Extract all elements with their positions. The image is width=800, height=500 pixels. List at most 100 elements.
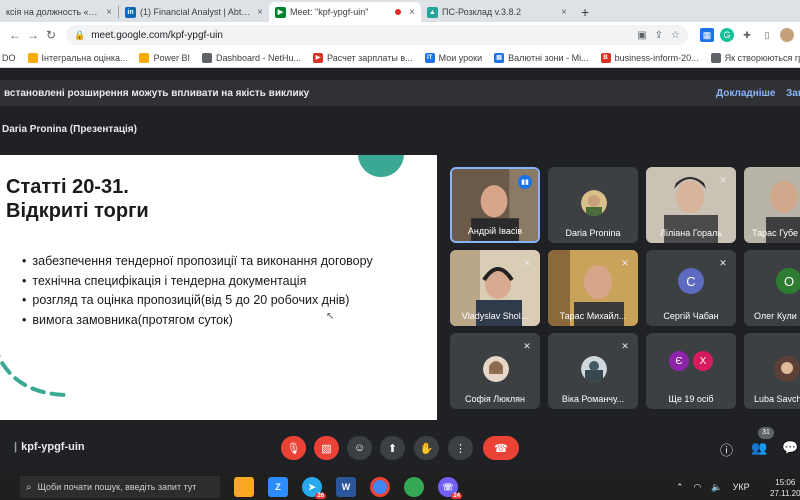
bookmark-business-inform[interactable]: Bbusiness-inform-20... (600, 52, 699, 63)
mic-off-icon: ✕ (621, 341, 629, 351)
participant-tile[interactable]: Luba Savch (744, 333, 800, 409)
file-explorer-icon[interactable] (234, 477, 254, 497)
clock-time: 15:06 (775, 478, 796, 487)
mic-off-icon: 🎙 (286, 442, 301, 455)
telegram-icon[interactable]: ➤ 26 (302, 477, 326, 499)
word-icon[interactable]: W (336, 477, 356, 497)
camera-off-icon: ▧ (321, 442, 332, 455)
bullet-item: вимога замовника(протягом суток) (22, 311, 373, 331)
volume-icon[interactable]: 🔈 (711, 482, 722, 493)
bookmark-powerbi[interactable]: Power BI (139, 52, 190, 63)
close-icon[interactable]: × (257, 7, 263, 18)
participant-name: Віка Романчу... (561, 394, 625, 404)
mic-off-icon: ✕ (719, 258, 727, 268)
slide-bullets: забезпечення тендерної пропозиції та вик… (22, 252, 373, 331)
participant-tile[interactable]: ▮▮ Андрій Івасів (450, 167, 540, 243)
meet-icon: ▶ (275, 6, 286, 18)
grammarly-icon[interactable]: G (720, 28, 734, 42)
participant-name: Софія Люклян (464, 394, 526, 404)
linkedin-icon: in (125, 6, 136, 18)
participant-tile[interactable]: Тарас Губе (744, 167, 800, 243)
puzzle-icon[interactable]: ✚ (740, 28, 754, 42)
present-button[interactable]: ⬆ (380, 436, 405, 460)
close-icon[interactable]: × (106, 7, 112, 18)
profile-avatar[interactable] (780, 28, 794, 42)
camera-icon[interactable]: ▣ (637, 30, 646, 41)
avatar: О (776, 268, 800, 294)
reload-icon[interactable]: ↻ (42, 26, 60, 44)
language-indicator[interactable]: УКР (733, 482, 750, 492)
bookmark-label: Інтегральна оцінка... (41, 52, 128, 63)
raise-hand-button[interactable]: ✋ (414, 436, 439, 460)
tab-job-doc[interactable]: ксія на должность «Financ × (0, 2, 118, 22)
participant-tile[interactable]: ✕ Ліліана Гораль (646, 167, 736, 243)
info-icon[interactable]: ⓘ (720, 440, 733, 459)
slide-title-line: Статті 20-31. (6, 176, 129, 198)
chevron-up-icon[interactable]: ⌃ (676, 482, 684, 493)
tab-title: Meet: "kpf-ypgf-uin" (290, 7, 369, 17)
extension-icon[interactable]: ▦ (700, 28, 714, 42)
hang-up-icon: ☎ (494, 442, 508, 455)
more-options-button[interactable]: ⋮ (448, 436, 473, 460)
participant-count-badge: 31 (758, 427, 774, 439)
bookmark-currency[interactable]: ▤ Валютні зони - Mi... (494, 52, 589, 63)
warning-text: встановлені розширення можуть впливати н… (4, 87, 310, 99)
new-tab-button[interactable]: + (573, 2, 597, 22)
more-participants-tile[interactable]: Є Х Ще 19 осіб (646, 333, 736, 409)
bookmark-label: business-inform-20... (614, 52, 699, 63)
tab-linkedin[interactable]: in (1) Financial Analyst | Abto Softw × (119, 2, 269, 22)
people-icon[interactable]: 👥 (751, 440, 767, 456)
camera-off-button[interactable]: ▧ (314, 436, 339, 460)
viber-icon[interactable]: ☏ 24 (438, 477, 462, 499)
chat-icon[interactable]: 💬 (782, 440, 798, 456)
mic-off-button[interactable]: 🎙 (281, 436, 306, 460)
bookmark-do[interactable]: DO (2, 53, 16, 63)
windows-start-icon[interactable] (4, 481, 16, 493)
clock-date: 27.11.20 (770, 489, 800, 498)
close-icon[interactable]: × (409, 7, 415, 18)
bookmark-how-created[interactable]: Як створюються гр... (710, 52, 800, 63)
decorative-circle (358, 155, 404, 177)
participant-tile[interactable]: ✕ Vladyslav Shol... (450, 250, 540, 326)
participant-name: Daria Pronina (565, 228, 621, 238)
sidebar-icon[interactable]: ▯ (760, 28, 774, 42)
chrome-icon[interactable] (370, 477, 390, 497)
participant-tile[interactable]: ✕ Віка Романчу... (548, 333, 638, 409)
emoji-button[interactable]: ☺ (347, 436, 372, 460)
details-link[interactable]: Докладніше (716, 88, 775, 99)
taskbar-search-input[interactable]: ⌕ Щоби почати пошук, введіть запит тут (20, 476, 220, 498)
bookmark-integral[interactable]: Інтегральна оцінка... (27, 52, 128, 63)
search-placeholder: Щоби почати пошук, введіть запит тут (37, 482, 197, 492)
participant-tile[interactable]: С ✕ Сергій Чабан (646, 250, 736, 326)
forward-icon[interactable]: → (24, 26, 42, 44)
wifi-icon[interactable]: ◠ (694, 482, 702, 493)
participant-name: Олег Кули (754, 311, 797, 321)
url-field[interactable]: 🔒 meet.google.com/kpf-ypgf-uin ▣ ⇪ ☆ (66, 25, 688, 45)
avatar-group: Є Х (646, 351, 736, 371)
participant-tile[interactable]: ✕ Софія Люклян (450, 333, 540, 409)
bookmark-dashboard[interactable]: Dashboard - NetHu... (202, 52, 301, 63)
participant-tile[interactable]: О Олег Кули (744, 250, 800, 326)
tab-schedule[interactable]: ▲ ПС-Розклад v.3.8.2 × (421, 2, 573, 22)
clock[interactable]: 15:06 27.11.20 (770, 477, 800, 499)
chrome-profile-icon[interactable] (404, 477, 424, 497)
bookmark-lessons[interactable]: IT Мои уроки (424, 52, 482, 63)
meeting-code: | kpf-ypgf-uin (14, 441, 85, 453)
leave-call-button[interactable]: ☎ (483, 436, 519, 460)
avatar: С (678, 268, 704, 294)
close-icon[interactable]: × (561, 7, 567, 18)
warning-close-button[interactable]: Зак (786, 88, 800, 99)
bookmark-salary[interactable]: ▶ Расчет зарплаты в... (313, 52, 413, 63)
star-icon[interactable]: ☆ (671, 30, 680, 41)
zoom-icon[interactable]: Z (268, 477, 288, 497)
more-vert-icon: ⋮ (455, 442, 466, 455)
participant-tile[interactable]: ✕ Тарас Михайл... (548, 250, 638, 326)
avatar (483, 356, 509, 382)
bookmark-label: Power BI (153, 52, 190, 63)
tab-meet[interactable]: ▶ Meet: "kpf-ypgf-uin" × (269, 2, 421, 22)
bullet-item: технічна специфікація і тендерна докумен… (22, 272, 373, 292)
unread-badge: 26 (315, 493, 326, 499)
back-icon[interactable]: ← (6, 26, 24, 44)
participant-tile[interactable]: Daria Pronina (548, 167, 638, 243)
share-icon[interactable]: ⇪ (655, 30, 663, 41)
